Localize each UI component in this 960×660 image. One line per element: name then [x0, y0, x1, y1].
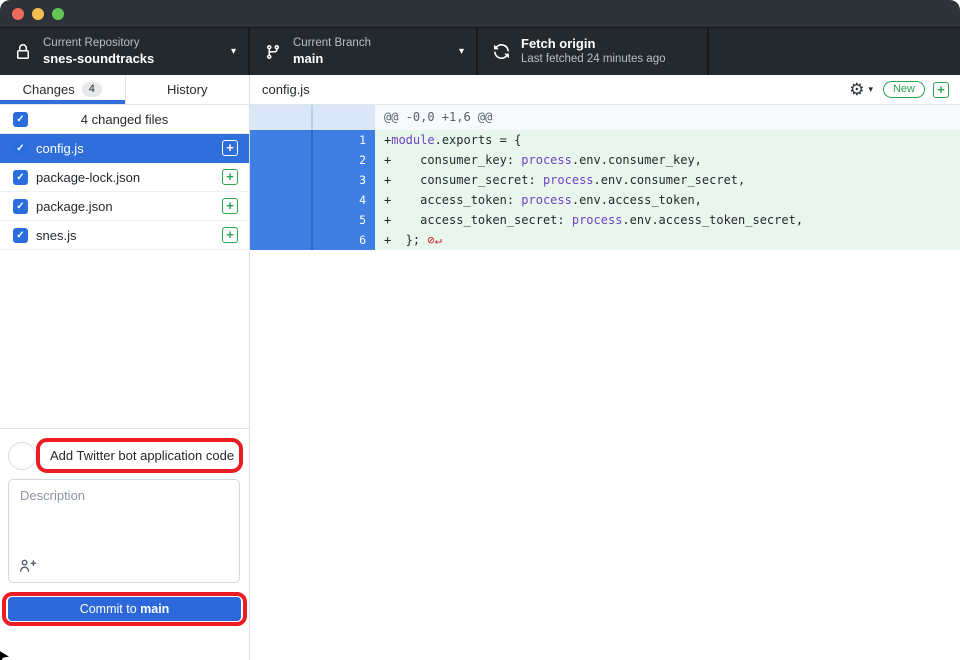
diff-line[interactable]: 1 +module.exports = { [250, 130, 960, 150]
line-number: 5 [313, 210, 375, 230]
line-number: 6 [313, 230, 375, 250]
line-number: 1 [313, 130, 375, 150]
diff-view: @@ -0,0 +1,6 @@ 1 +module.exports = { 2 … [250, 105, 960, 250]
line-code: + }; ⊘↵ [375, 230, 960, 250]
no-newline-icon: ⊘↵ [427, 233, 441, 247]
zoom-window-button[interactable] [52, 8, 64, 20]
file-row-package-json[interactable]: ✓ package.json + [0, 192, 249, 221]
gear-icon[interactable]: ⚙ [849, 81, 864, 98]
fetch-origin-sublabel: Last fetched 24 minutes ago [521, 52, 695, 66]
diff-file-header: config.js ⚙ ▾ New + [250, 75, 960, 105]
diff-line[interactable]: 6 + }; ⊘↵ [250, 230, 960, 250]
git-branch-icon [264, 43, 282, 61]
chevron-down-icon: ▾ [459, 46, 464, 57]
added-file-icon: + [222, 198, 238, 214]
check-icon: ✓ [16, 114, 24, 125]
line-code: +module.exports = { [375, 130, 960, 150]
commit-button[interactable]: Commit to main [8, 597, 241, 621]
diff-hunk-header: @@ -0,0 +1,6 @@ [250, 105, 960, 130]
tab-history[interactable]: History [125, 75, 250, 104]
file-row-snes-js[interactable]: ✓ snes.js + [0, 221, 249, 250]
changes-count-badge: 4 [82, 82, 102, 97]
tab-changes[interactable]: Changes 4 [0, 75, 125, 104]
diff-line[interactable]: 4 + access_token: process.env.access_tok… [250, 190, 960, 210]
changed-files-list: ✓ config.js + ✓ package-lock.json + ✓ pa… [0, 134, 249, 250]
line-code: + consumer_key: process.env.consumer_key… [375, 150, 960, 170]
new-file-badge: New [883, 81, 925, 98]
line-number: 2 [313, 150, 375, 170]
check-icon: ✓ [16, 230, 24, 241]
commit-button-label: Commit to [80, 602, 140, 616]
line-code: + access_token: process.env.access_token… [375, 190, 960, 210]
file-name: snes.js [36, 228, 222, 243]
commit-summary-input[interactable]: Add Twitter bot application code [40, 448, 239, 463]
tab-history-label: History [167, 82, 207, 97]
file-name: package.json [36, 199, 222, 214]
diff-line[interactable]: 2 + consumer_key: process.env.consumer_k… [250, 150, 960, 170]
changed-files-count: 4 changed files [0, 112, 249, 127]
toolbar: Current Repository snes-soundtracks ▾ Cu… [0, 28, 960, 75]
select-all-checkbox[interactable]: ✓ [13, 112, 28, 127]
minimize-window-button[interactable] [32, 8, 44, 20]
sidebar: Changes 4 History ✓ 4 changed files ✓ co… [0, 75, 250, 660]
current-repository-value: snes-soundtracks [43, 51, 223, 67]
expand-diff-icon[interactable]: + [933, 82, 949, 98]
commit-description-textarea[interactable]: Description [8, 479, 240, 583]
annotation-highlight-summary: Add Twitter bot application code [36, 438, 243, 473]
current-repository-label: Current Repository [43, 36, 223, 50]
file-name: config.js [36, 141, 222, 156]
lock-icon [14, 43, 32, 61]
chevron-down-icon: ▾ [231, 46, 236, 57]
sidebar-tabs: Changes 4 History [0, 75, 249, 105]
sync-icon [492, 43, 510, 61]
description-placeholder: Description [20, 488, 85, 503]
added-file-icon: + [222, 140, 238, 156]
file-checkbox[interactable]: ✓ [13, 199, 28, 214]
tab-changes-label: Changes [23, 82, 75, 97]
file-checkbox[interactable]: ✓ [13, 228, 28, 243]
file-name: package-lock.json [36, 170, 222, 185]
file-row-package-lock-json[interactable]: ✓ package-lock.json + [0, 163, 249, 192]
commit-form: Add Twitter bot application code Descrip… [0, 428, 249, 660]
changed-files-header: ✓ 4 changed files [0, 105, 249, 134]
hunk-header-text: @@ -0,0 +1,6 @@ [375, 105, 960, 130]
diff-file-name: config.js [262, 82, 849, 97]
commit-button-branch: main [140, 602, 169, 616]
diff-line[interactable]: 3 + consumer_secret: process.env.consume… [250, 170, 960, 190]
current-branch-selector[interactable]: Current Branch main ▾ [250, 28, 478, 75]
current-branch-value: main [293, 51, 451, 67]
diff-line[interactable]: 5 + access_token_secret: process.env.acc… [250, 210, 960, 230]
check-icon: ✓ [16, 172, 24, 183]
fetch-origin-label: Fetch origin [521, 36, 695, 52]
current-repository-selector[interactable]: Current Repository snes-soundtracks ▾ [0, 28, 250, 75]
annotation-highlight-commit: Commit to main [2, 592, 247, 626]
check-icon: ✓ [16, 143, 24, 154]
github-desktop-window: Current Repository snes-soundtracks ▾ Cu… [0, 0, 960, 660]
close-window-button[interactable] [12, 8, 24, 20]
line-code: + consumer_secret: process.env.consumer_… [375, 170, 960, 190]
chevron-down-icon[interactable]: ▾ [868, 84, 873, 95]
added-file-icon: + [222, 169, 238, 185]
titlebar [0, 0, 960, 28]
main-panel: config.js ⚙ ▾ New + @@ -0,0 +1,6 @@ 1 +m… [250, 75, 960, 660]
line-code: + access_token_secret: process.env.acces… [375, 210, 960, 230]
added-file-icon: + [222, 227, 238, 243]
fetch-origin-button[interactable]: Fetch origin Last fetched 24 minutes ago [478, 28, 709, 75]
current-branch-label: Current Branch [293, 36, 451, 50]
file-checkbox[interactable]: ✓ [13, 170, 28, 185]
avatar [8, 442, 36, 470]
add-coauthor-icon[interactable] [19, 558, 37, 574]
line-number: 3 [313, 170, 375, 190]
file-row-config-js[interactable]: ✓ config.js + [0, 134, 249, 163]
line-number: 4 [313, 190, 375, 210]
check-icon: ✓ [16, 201, 24, 212]
file-checkbox[interactable]: ✓ [13, 141, 28, 156]
